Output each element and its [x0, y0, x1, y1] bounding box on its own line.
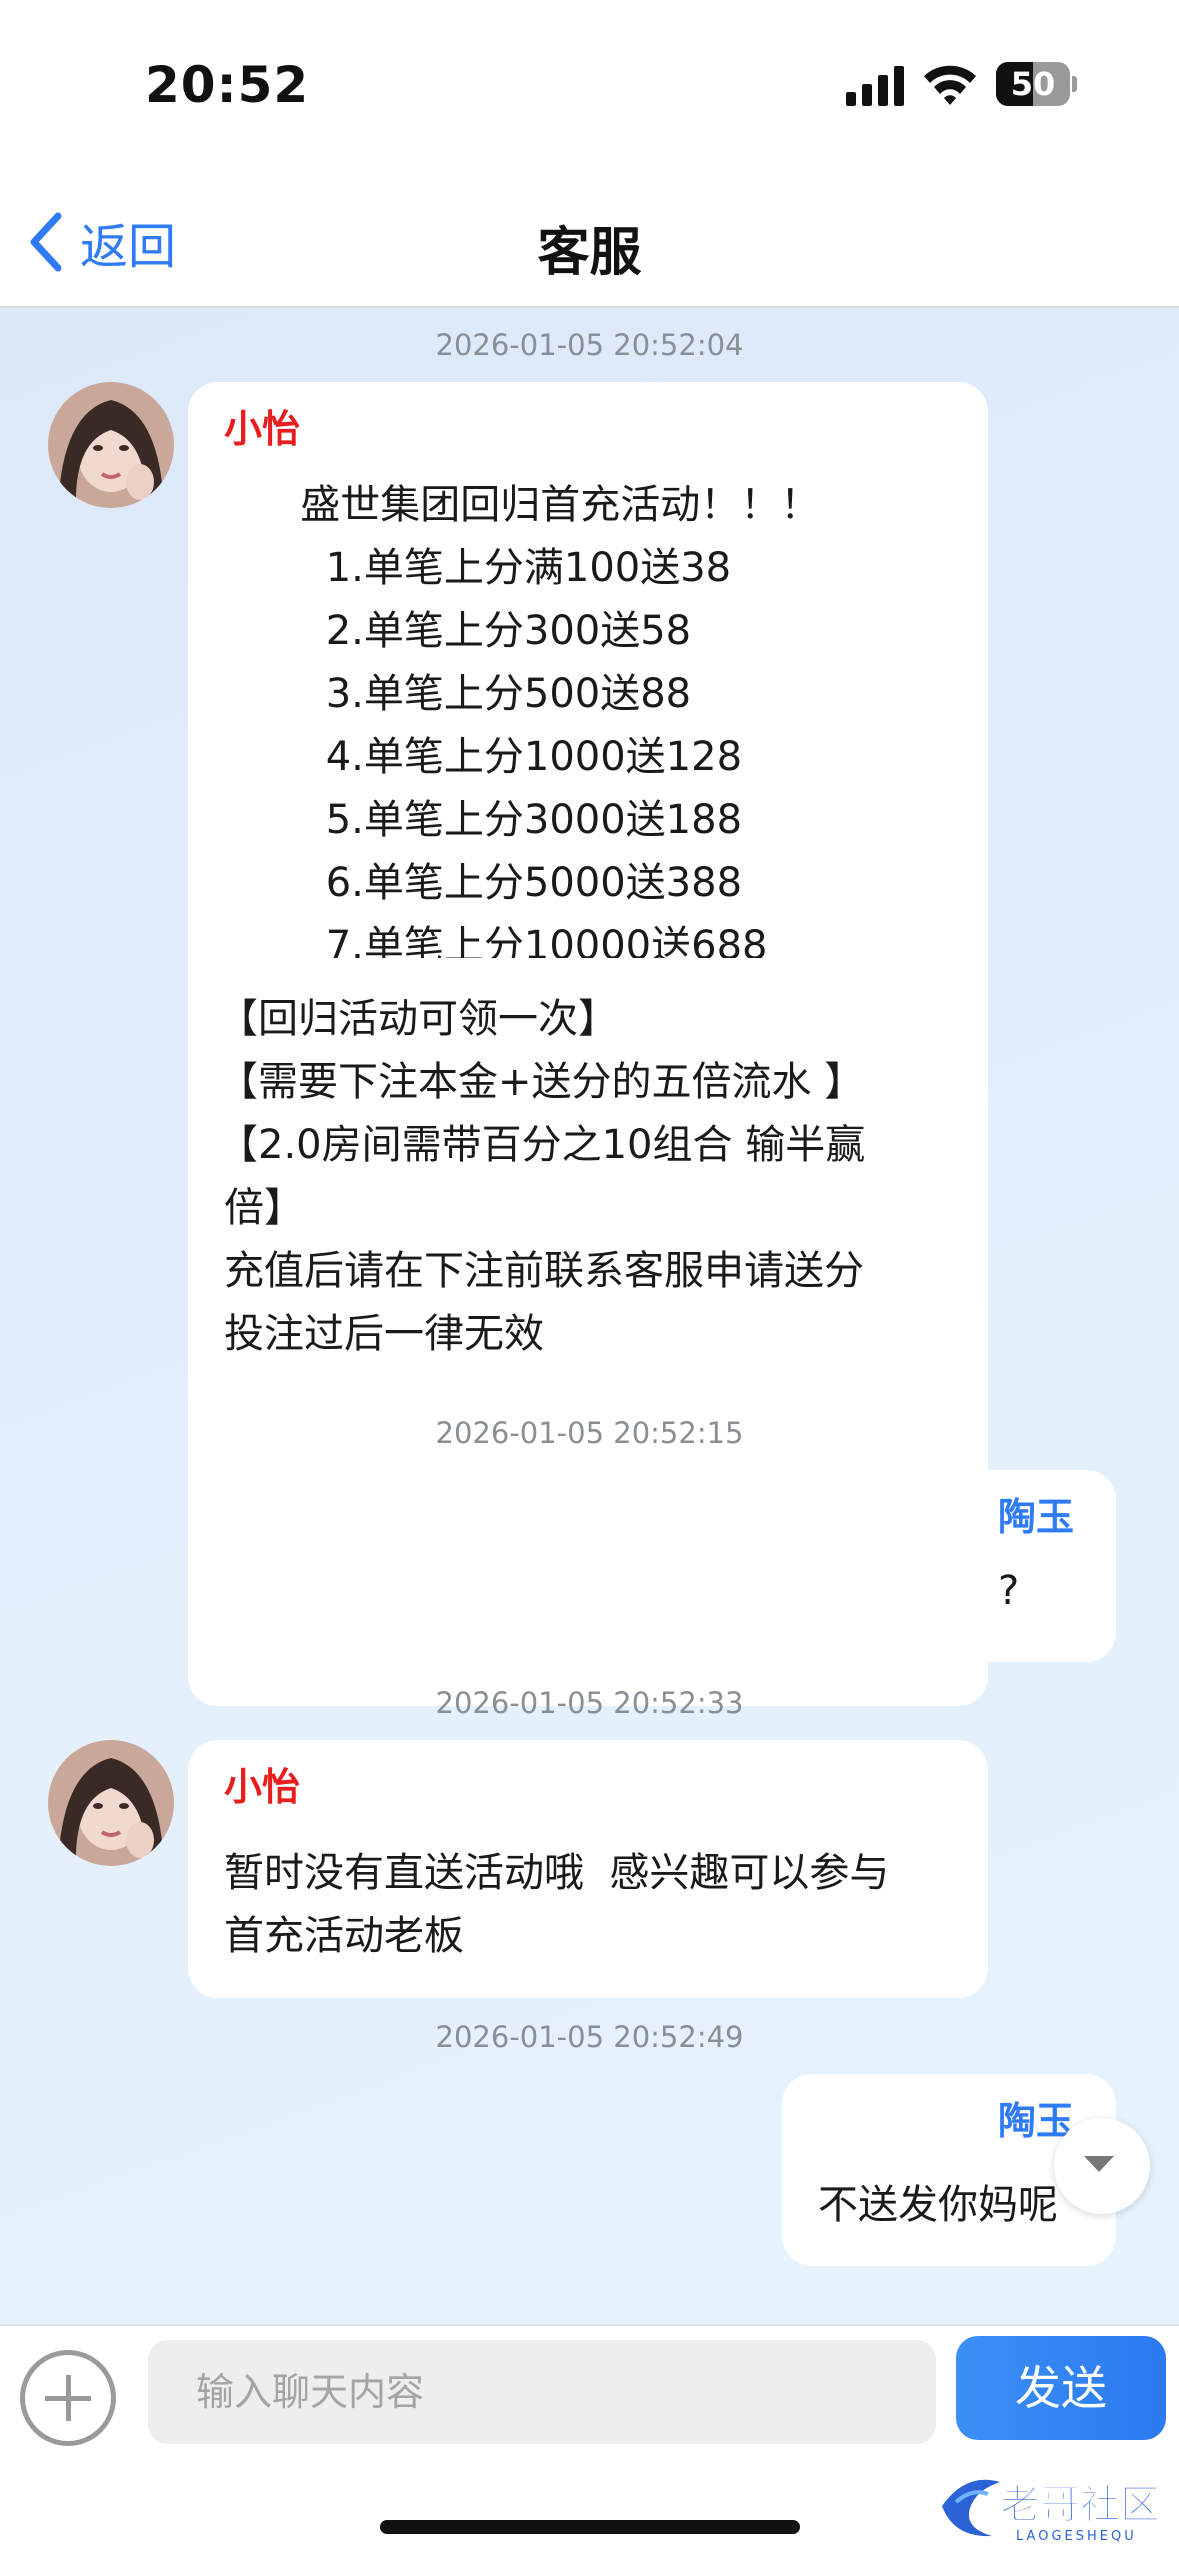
- agent-avatar[interactable]: [48, 1740, 174, 1866]
- message-timestamp: 2026-01-05 20:52:49: [435, 2020, 744, 2054]
- message-bubble-continued: 【回归活动可领一次】 【需要下注本金+送分的五倍流水 】 【2.0房间需带百分之…: [188, 958, 988, 1706]
- battery-icon: 50: [996, 62, 1078, 106]
- message-text-line: 2.单笔上分300送58: [224, 608, 692, 654]
- home-indicator: [380, 2520, 800, 2534]
- message-text-line: ?: [998, 1568, 1020, 1614]
- message-timestamp: 2026-01-05 20:52:04: [435, 328, 744, 362]
- message-bubble[interactable]: 陶玉 ?: [960, 1470, 1116, 1662]
- message-text-line: 充值后请在下注前联系客服申请送分: [224, 1248, 864, 1294]
- message-text-line: 4.单笔上分1000送128: [224, 734, 743, 780]
- caret-down-icon: [1084, 2156, 1114, 2172]
- wifi-icon: [924, 65, 976, 105]
- message-text-line: 5.单笔上分3000送188: [224, 797, 743, 843]
- add-attachment-button[interactable]: [20, 2350, 116, 2446]
- cellular-signal-icon: [846, 66, 904, 106]
- message-text-line: 3.单笔上分500送88: [224, 671, 692, 717]
- message-text-line: 【需要下注本金+送分的五倍流水 】: [218, 1059, 865, 1105]
- input-bar: 发送 老哥社区 LAOGESHEQU: [0, 2324, 1179, 2556]
- agent-avatar[interactable]: [48, 382, 174, 508]
- battery-percent: 50: [1010, 65, 1056, 103]
- page-title: 客服: [537, 223, 642, 283]
- status-bar: 20:52 50: [0, 0, 1179, 170]
- message-text-line: 不送发你妈呢: [818, 2182, 1058, 2228]
- message-bubble[interactable]: 小怡 暂时没有直送活动哦 感兴趣可以参与 首充活动老板: [188, 1740, 988, 1998]
- status-time: 20:52: [145, 56, 310, 114]
- sender-name: 小怡: [224, 1765, 301, 1809]
- message-input[interactable]: [148, 2340, 936, 2444]
- watermark-logo: 老哥社区 LAOGESHEQU: [936, 2466, 1172, 2546]
- message-text-line: 6.单笔上分5000送388: [224, 860, 743, 906]
- message-timestamp: 2026-01-05 20:52:15: [435, 1416, 744, 1450]
- message-timestamp: 2026-01-05 20:52:33: [435, 1686, 744, 1720]
- svg-text:LAOGESHEQU: LAOGESHEQU: [1016, 2529, 1137, 2544]
- message-text-line: 投注过后一律无效: [224, 1311, 544, 1357]
- message-text-line: 暂时没有直送活动哦 感兴趣可以参与: [224, 1850, 890, 1896]
- sender-name: 小怡: [224, 407, 301, 451]
- sender-name: 陶玉: [998, 1495, 1075, 1539]
- message-text-line: 【2.0房间需带百分之10组合 输半赢: [218, 1122, 866, 1168]
- message-text-line: 【回归活动可领一次】: [218, 996, 618, 1042]
- message-text-line: 1.单笔上分满100送38: [224, 545, 732, 591]
- scroll-down-button[interactable]: [1054, 2118, 1150, 2214]
- send-button[interactable]: 发送: [956, 2336, 1166, 2440]
- nav-bar: 返回 客服: [0, 170, 1179, 308]
- message-text-line: 盛世集团回归首充活动！！！: [224, 482, 821, 528]
- chat-area[interactable]: 2026-01-05 20:52:04 小怡 盛世集团回归首充活动！！！ 1.单…: [0, 308, 1179, 2324]
- svg-text:老哥社区: 老哥社区: [1000, 2482, 1160, 2528]
- message-text-line: 倍】: [224, 1185, 304, 1231]
- message-text-line: 首充活动老板: [224, 1913, 464, 1959]
- message-bubble[interactable]: 小怡 盛世集团回归首充活动！！！ 1.单笔上分满100送38 2.单笔上分300…: [188, 382, 988, 1004]
